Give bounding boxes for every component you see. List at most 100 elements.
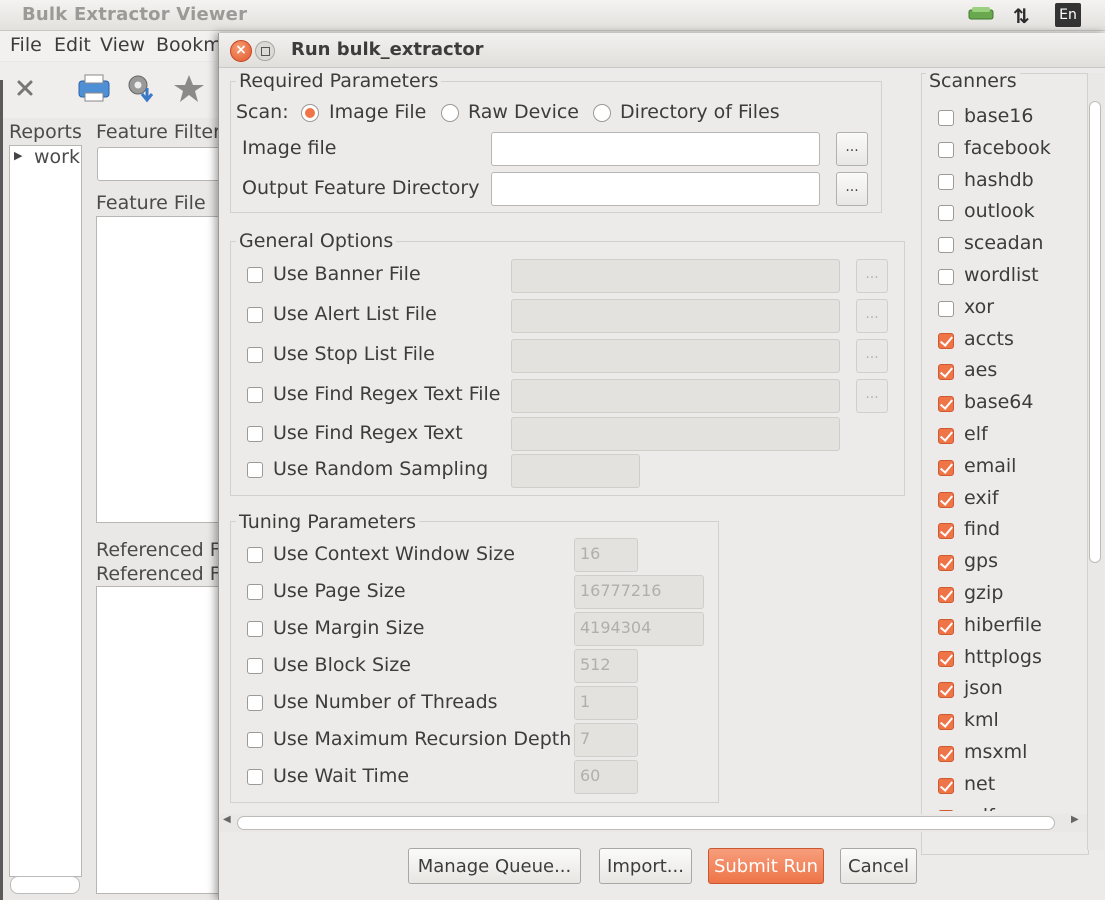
radio-directory-label[interactable]: Directory of Files: [620, 101, 780, 123]
banner-file-label[interactable]: Use Banner File: [273, 263, 421, 285]
scanner-checkbox[interactable]: [938, 523, 954, 540]
scanner-label[interactable]: exif: [964, 487, 999, 509]
vertical-scrollbar-thumb[interactable]: [1089, 101, 1101, 563]
print-icon[interactable]: [77, 73, 111, 103]
scanner-checkbox[interactable]: [938, 650, 954, 667]
threads-checkbox[interactable]: [247, 695, 263, 711]
recursion-depth-checkbox[interactable]: [247, 732, 263, 748]
regex-text-label[interactable]: Use Find Regex Text: [273, 422, 463, 444]
scanner-checkbox[interactable]: [938, 269, 954, 285]
alert-list-checkbox[interactable]: [247, 307, 263, 323]
scanner-label[interactable]: email: [964, 455, 1016, 477]
menu-edit[interactable]: Edit: [54, 34, 91, 56]
referenced-panel[interactable]: [96, 586, 222, 894]
scanner-checkbox[interactable]: [938, 809, 954, 811]
network-icon[interactable]: ⇅: [1013, 4, 1030, 28]
radio-directory[interactable]: [593, 104, 611, 122]
scanner-label[interactable]: gzip: [964, 582, 1003, 604]
recursion-depth-label[interactable]: Use Maximum Recursion Depth: [273, 728, 571, 750]
random-sampling-checkbox[interactable]: [247, 462, 263, 478]
context-window-label[interactable]: Use Context Window Size: [273, 543, 515, 565]
scanner-label[interactable]: sceadan: [964, 232, 1043, 254]
scanner-checkbox[interactable]: [938, 300, 954, 317]
scanner-checkbox[interactable]: [938, 141, 954, 158]
scanner-label[interactable]: json: [964, 677, 1003, 699]
scanner-checkbox[interactable]: [938, 555, 954, 572]
scanner-checkbox[interactable]: [938, 173, 954, 190]
scanner-label[interactable]: net: [964, 773, 995, 795]
tree-item-work[interactable]: work: [34, 146, 80, 168]
settings-download-icon[interactable]: [125, 72, 159, 104]
scanner-label[interactable]: msxml: [964, 741, 1027, 763]
stop-list-checkbox[interactable]: [247, 347, 263, 363]
scanner-label[interactable]: hiberfile: [964, 614, 1042, 636]
scanner-checkbox[interactable]: [938, 364, 954, 381]
regex-file-label[interactable]: Use Find Regex Text File: [273, 383, 501, 405]
scanner-checkbox[interactable]: [938, 618, 954, 635]
close-icon[interactable]: [14, 77, 36, 99]
scanner-label[interactable]: base64: [964, 391, 1033, 413]
block-size-checkbox[interactable]: [247, 658, 263, 674]
scanner-label[interactable]: hashdb: [964, 169, 1034, 191]
scanner-checkbox[interactable]: [938, 682, 954, 699]
menu-bookmarks[interactable]: Bookm: [156, 34, 222, 56]
radio-image-file[interactable]: [301, 104, 319, 122]
scanner-checkbox[interactable]: [938, 491, 954, 508]
scanner-checkbox[interactable]: [938, 205, 954, 222]
scanner-checkbox[interactable]: [938, 428, 954, 444]
scanner-label[interactable]: facebook: [964, 137, 1051, 159]
wait-time-checkbox[interactable]: [247, 769, 263, 785]
regex-file-checkbox[interactable]: [247, 387, 263, 403]
horizontal-scrollbar-thumb[interactable]: [237, 816, 1055, 830]
reports-hscrollbar[interactable]: [10, 876, 80, 894]
context-window-checkbox[interactable]: [247, 547, 263, 563]
import-button[interactable]: Import...: [599, 848, 692, 884]
menu-file[interactable]: File: [10, 34, 42, 56]
cancel-button[interactable]: Cancel: [840, 848, 917, 884]
bookmark-star-icon[interactable]: [173, 73, 205, 103]
random-sampling-label[interactable]: Use Random Sampling: [273, 458, 488, 480]
radio-raw-device[interactable]: [441, 104, 459, 122]
scanner-label[interactable]: pdf: [964, 805, 995, 811]
page-size-checkbox[interactable]: [247, 584, 263, 600]
output-dir-input[interactable]: [491, 172, 820, 206]
image-file-input[interactable]: [491, 132, 820, 166]
feature-filter-input[interactable]: [97, 147, 222, 181]
scanner-checkbox[interactable]: [938, 587, 954, 603]
scanner-checkbox[interactable]: [938, 237, 954, 254]
scroll-left-arrow-icon[interactable]: ◀: [223, 814, 231, 825]
scanner-label[interactable]: elf: [964, 423, 988, 445]
output-dir-browse-button[interactable]: ...: [836, 172, 868, 206]
scroll-right-arrow-icon[interactable]: ▶: [1071, 814, 1079, 825]
scanner-checkbox[interactable]: [938, 746, 954, 762]
scanner-checkbox[interactable]: [938, 332, 954, 349]
manage-queue-button[interactable]: Manage Queue...: [408, 848, 581, 884]
scanner-checkbox[interactable]: [938, 110, 954, 126]
scanner-label[interactable]: wordlist: [964, 264, 1039, 286]
scanner-checkbox[interactable]: [938, 777, 954, 794]
scanner-checkbox[interactable]: [938, 396, 954, 413]
scanner-label[interactable]: gps: [964, 550, 998, 572]
scanner-label[interactable]: base16: [964, 105, 1033, 127]
expand-arrow-icon[interactable]: ▶: [14, 149, 22, 162]
wait-time-label[interactable]: Use Wait Time: [273, 765, 409, 787]
feature-file-panel[interactable]: [96, 216, 222, 523]
submit-run-button[interactable]: Submit Run: [708, 848, 824, 884]
banner-file-checkbox[interactable]: [247, 267, 263, 283]
margin-size-checkbox[interactable]: [247, 621, 263, 637]
radio-image-file-label[interactable]: Image File: [329, 101, 426, 123]
stop-list-label[interactable]: Use Stop List File: [273, 343, 435, 365]
scanner-checkbox[interactable]: [938, 459, 954, 476]
regex-text-checkbox[interactable]: [247, 426, 263, 442]
scanner-label[interactable]: accts: [964, 328, 1014, 350]
margin-size-label[interactable]: Use Margin Size: [273, 617, 424, 639]
scanner-label[interactable]: kml: [964, 709, 999, 731]
scanner-checkbox[interactable]: [938, 714, 954, 731]
alert-list-label[interactable]: Use Alert List File: [273, 303, 437, 325]
page-size-label[interactable]: Use Page Size: [273, 580, 406, 602]
menu-view[interactable]: View: [100, 34, 145, 56]
close-window-button[interactable]: ×: [230, 40, 252, 62]
image-file-browse-button[interactable]: ...: [836, 132, 868, 166]
scanner-label[interactable]: httplogs: [964, 646, 1042, 668]
scanner-label[interactable]: find: [964, 518, 1000, 540]
